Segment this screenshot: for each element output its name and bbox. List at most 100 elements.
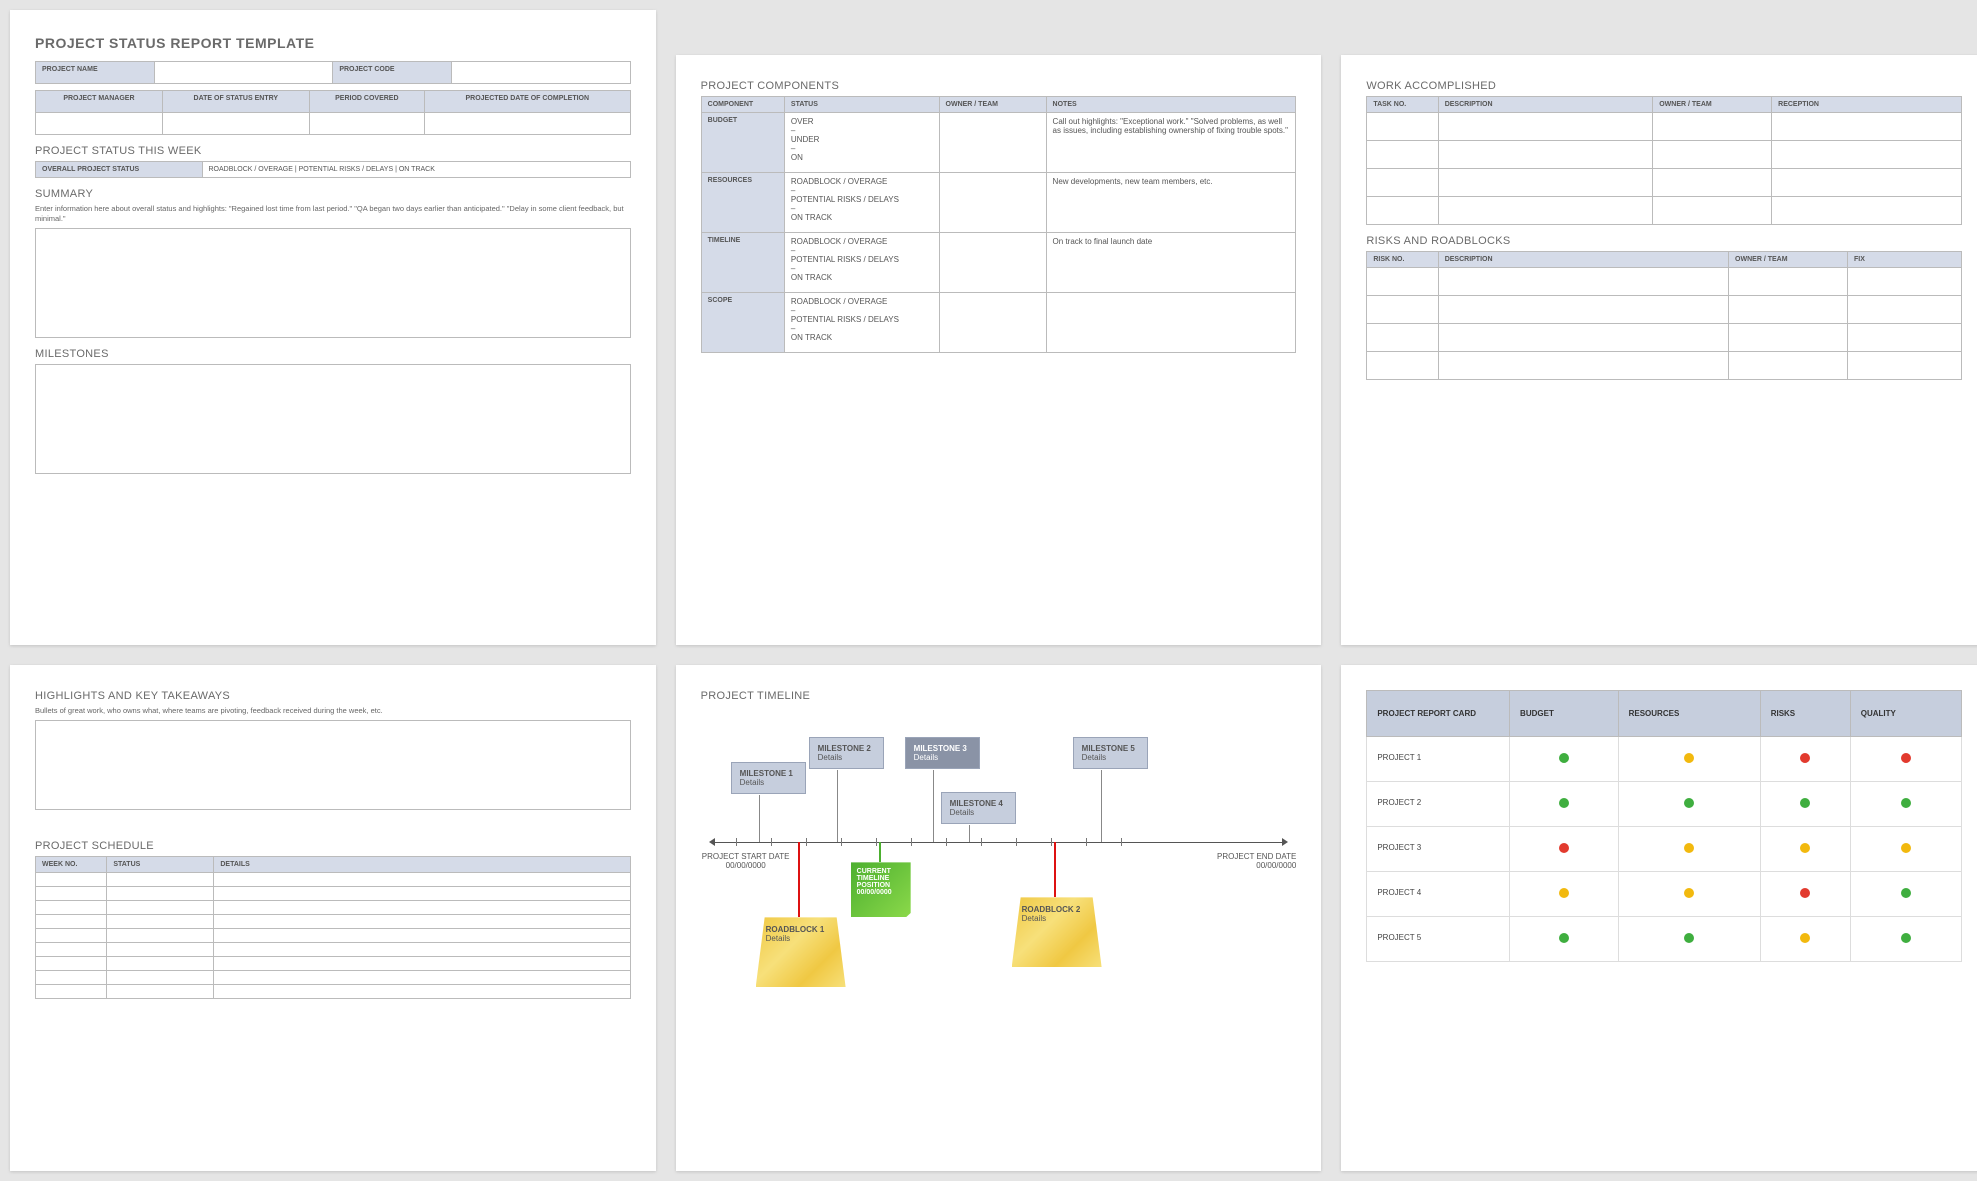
status-dot-icon: [1559, 843, 1569, 853]
overall-status-table: OVERALL PROJECT STATUSROADBLOCK / OVERAG…: [35, 161, 631, 178]
rc-status-cell: [1618, 872, 1760, 917]
page-title: PROJECT STATUS REPORT TEMPLATE: [35, 35, 631, 51]
risk-table: RISK NO.DESCRIPTIONOWNER / TEAMFIX: [1366, 251, 1962, 380]
th-owner: OWNER / TEAM: [939, 97, 1046, 113]
page-4: HIGHLIGHTS AND KEY TAKEAWAYS Bullets of …: [10, 665, 656, 1171]
status-dot-icon: [1559, 798, 1569, 808]
rc-status-cell: [1618, 737, 1760, 782]
rc-status-cell: [1760, 917, 1850, 962]
th-risks: RISKS: [1760, 691, 1850, 737]
summary-title: SUMMARY: [35, 188, 631, 200]
th-riskno: RISK NO.: [1367, 252, 1438, 268]
th-status: STATUS: [784, 97, 939, 113]
timeline-title: PROJECT TIMELINE: [701, 690, 1297, 702]
rc-status-cell: [1850, 737, 1961, 782]
status-dot-icon: [1684, 888, 1694, 898]
th-notes: NOTES: [1046, 97, 1296, 113]
milestones-title: MILESTONES: [35, 348, 631, 360]
highlights-hint: Bullets of great work, who owns what, wh…: [35, 706, 631, 716]
status-dot-icon: [1559, 888, 1569, 898]
overall-status-opts: ROADBLOCK / OVERAGE | POTENTIAL RISKS / …: [202, 162, 630, 178]
status-dot-icon: [1559, 753, 1569, 763]
comp-resources: RESOURCES: [701, 173, 784, 233]
page-2: PROJECT COMPONENTS COMPONENT STATUS OWNE…: [676, 55, 1322, 645]
th-fix: FIX: [1847, 252, 1961, 268]
rc-status-cell: [1850, 872, 1961, 917]
status-dot-icon: [1800, 843, 1810, 853]
status-dot-icon: [1901, 888, 1911, 898]
rc-status-cell: [1760, 872, 1850, 917]
rc-project-name: PROJECT 3: [1367, 827, 1510, 872]
status-dot-icon: [1800, 933, 1810, 943]
components-table: COMPONENT STATUS OWNER / TEAM NOTES BUDG…: [701, 96, 1297, 353]
th-rdesc: DESCRIPTION: [1438, 252, 1728, 268]
status-budget: OVER – UNDER – ON: [784, 113, 939, 173]
rc-status-cell: [1618, 827, 1760, 872]
notes-timeline: On track to final launch date: [1046, 233, 1296, 293]
th-owner: OWNER / TEAM: [1653, 97, 1772, 113]
project-meta-table: PROJECT MANAGER DATE OF STATUS ENTRY PER…: [35, 90, 631, 135]
status-dot-icon: [1800, 753, 1810, 763]
status-dot-icon: [1684, 843, 1694, 853]
roadblock-2: ROADBLOCK 2Details: [1012, 897, 1102, 967]
rc-status-cell: [1760, 827, 1850, 872]
rc-status-cell: [1510, 737, 1619, 782]
work-table: TASK NO.DESCRIPTIONOWNER / TEAMRECEPTION: [1366, 96, 1962, 225]
comp-budget: BUDGET: [701, 113, 784, 173]
milestone-4: MILESTONE 4Details: [941, 792, 1016, 824]
highlights-box: [35, 720, 631, 810]
notes-budget: Call out highlights: "Exceptional work."…: [1046, 113, 1296, 173]
rc-status-cell: [1760, 737, 1850, 782]
notes-resources: New developments, new team members, etc.: [1046, 173, 1296, 233]
status-dot-icon: [1800, 798, 1810, 808]
week-status-title: PROJECT STATUS THIS WEEK: [35, 145, 631, 157]
rc-project-name: PROJECT 5: [1367, 917, 1510, 962]
components-title: PROJECT COMPONENTS: [701, 80, 1297, 92]
status-dot-icon: [1684, 798, 1694, 808]
schedule-table: WEEK NO.STATUSDETAILS: [35, 856, 631, 999]
status-dot-icon: [1800, 888, 1810, 898]
milestones-box: [35, 364, 631, 474]
th-budget: BUDGET: [1510, 691, 1619, 737]
th-component: COMPONENT: [701, 97, 784, 113]
end-label: PROJECT END DATE00/00/0000: [1206, 852, 1296, 870]
th-rowner: OWNER / TEAM: [1729, 252, 1848, 268]
roadblock-1: ROADBLOCK 1Details: [756, 917, 846, 987]
rc-status-cell: [1510, 782, 1619, 827]
lbl-project-code: PROJECT CODE: [333, 62, 452, 84]
milestone-5: MILESTONE 5Details: [1073, 737, 1148, 769]
rc-status-cell: [1850, 917, 1961, 962]
rc-status-cell: [1850, 827, 1961, 872]
timeline-area: MILESTONE 1Details MILESTONE 2Details MI…: [701, 712, 1297, 992]
status-dot-icon: [1684, 753, 1694, 763]
th-report-card: PROJECT REPORT CARD: [1367, 691, 1510, 737]
start-label: PROJECT START DATE00/00/0000: [701, 852, 791, 870]
milestone-1: MILESTONE 1Details: [731, 762, 806, 794]
rc-status-cell: [1618, 917, 1760, 962]
status-dot-icon: [1901, 753, 1911, 763]
rc-status-cell: [1510, 872, 1619, 917]
status-dot-icon: [1901, 798, 1911, 808]
rc-status-cell: [1850, 782, 1961, 827]
comp-scope: SCOPE: [701, 293, 784, 353]
lbl-projected: PROJECTED DATE OF COMPLETION: [424, 91, 630, 113]
status-dot-icon: [1901, 933, 1911, 943]
page-5: PROJECT TIMELINE MILESTONE 1Details MILE…: [676, 665, 1322, 1171]
rc-project-name: PROJECT 1: [1367, 737, 1510, 782]
rc-status-cell: [1510, 827, 1619, 872]
rc-status-cell: [1618, 782, 1760, 827]
rc-project-name: PROJECT 4: [1367, 872, 1510, 917]
rc-project-name: PROJECT 2: [1367, 782, 1510, 827]
lbl-manager: PROJECT MANAGER: [36, 91, 163, 113]
status-scope: ROADBLOCK / OVERAGE – POTENTIAL RISKS / …: [784, 293, 939, 353]
th-reception: RECEPTION: [1772, 97, 1962, 113]
summary-hint: Enter information here about overall sta…: [35, 204, 631, 224]
highlights-title: HIGHLIGHTS AND KEY TAKEAWAYS: [35, 690, 631, 702]
page-3: WORK ACCOMPLISHED TASK NO.DESCRIPTIONOWN…: [1341, 55, 1977, 645]
schedule-title: PROJECT SCHEDULE: [35, 840, 631, 852]
project-info-table: PROJECT NAMEPROJECT CODE: [35, 61, 631, 84]
th-resources: RESOURCES: [1618, 691, 1760, 737]
risk-title: RISKS AND ROADBLOCKS: [1366, 235, 1962, 247]
rc-status-cell: [1510, 917, 1619, 962]
work-title: WORK ACCOMPLISHED: [1366, 80, 1962, 92]
